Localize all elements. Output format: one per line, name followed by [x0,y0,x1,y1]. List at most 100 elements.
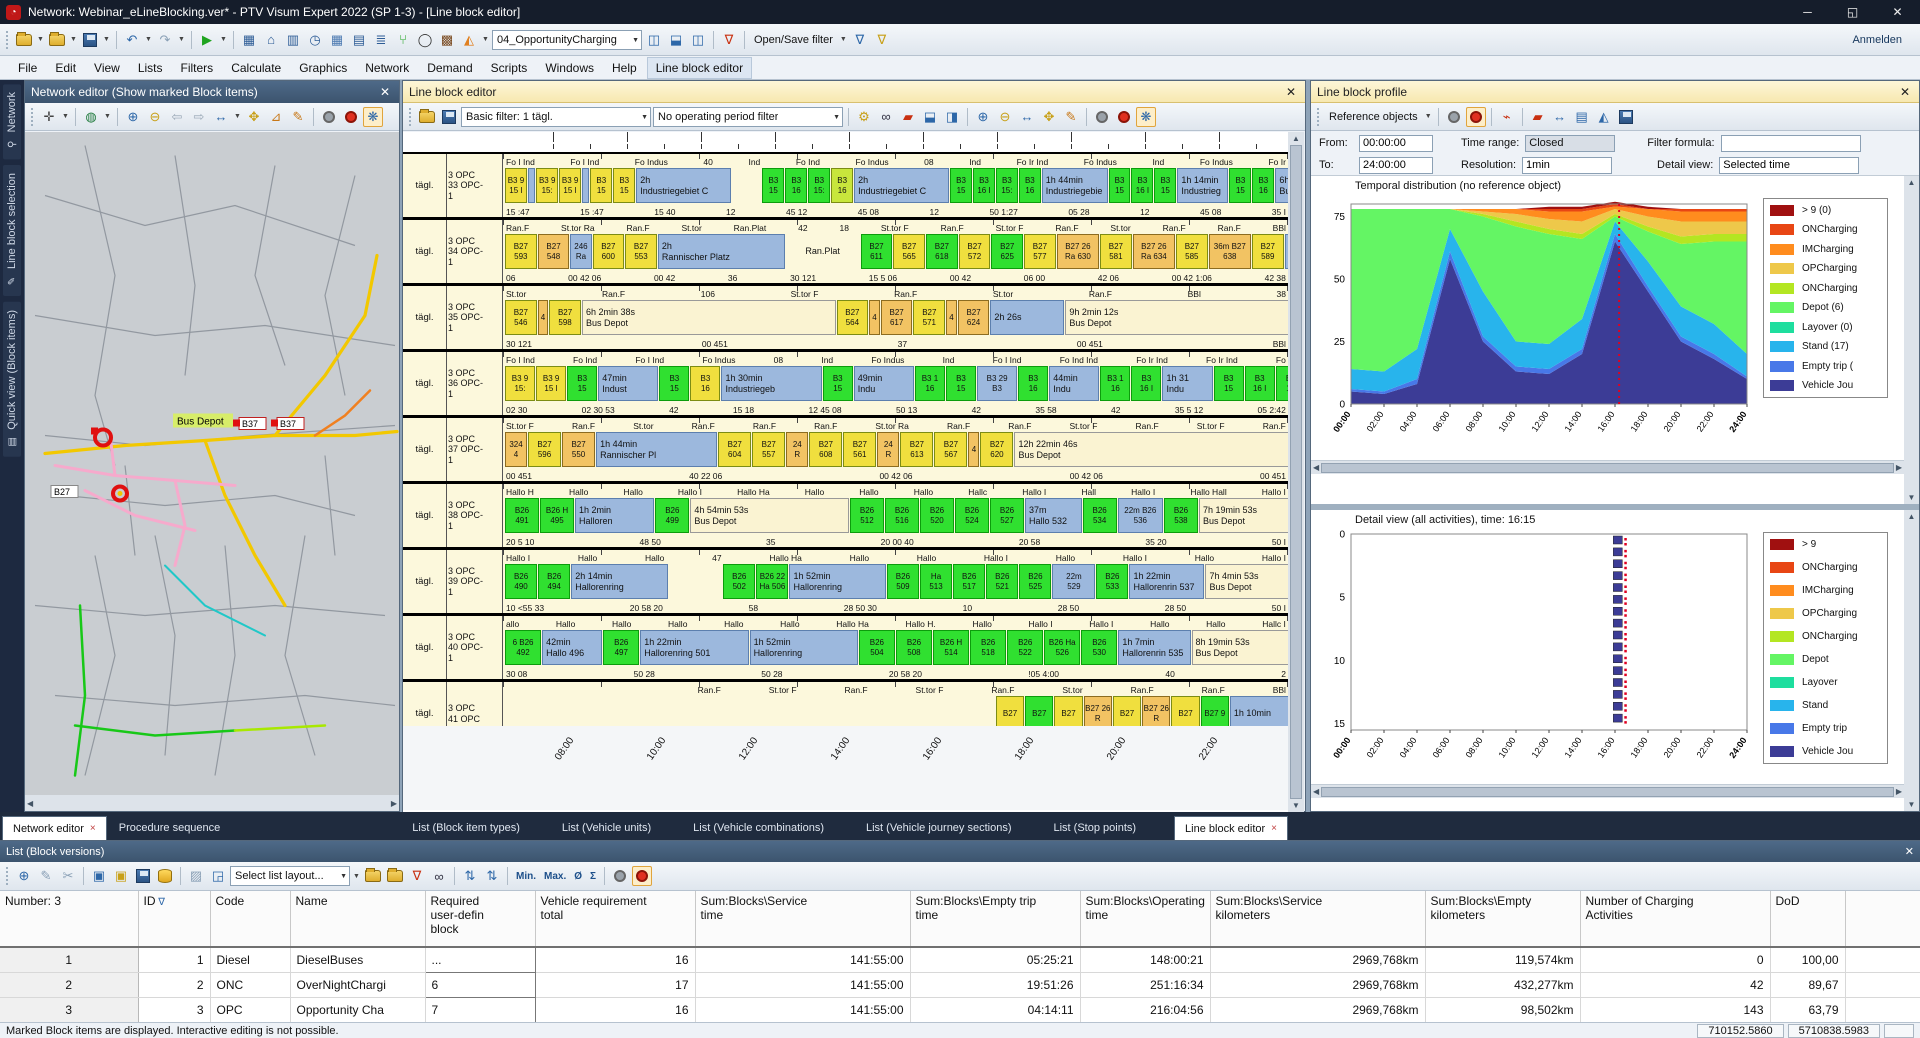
filter-open-icon[interactable]: ∇ [850,30,870,50]
block-segment[interactable]: B27604 [718,432,751,467]
block-segment[interactable]: B26512 [850,498,884,533]
block-segment[interactable]: B316 I [973,168,995,203]
close-icon[interactable]: × [90,823,96,834]
save-layout-button[interactable] [385,866,405,886]
block-segment[interactable]: B27620 [980,432,1013,467]
gantt-vertical-scrollbar[interactable]: ▲▼ [1288,132,1304,812]
close-icon[interactable]: ✕ [377,85,393,99]
block-segment[interactable]: B27567 [934,432,967,467]
matrix-icon[interactable]: ▦ [327,30,347,50]
block-segment[interactable]: Ha513 [920,564,952,599]
block-segment[interactable]: 1h 22minHallorenring 501 [640,630,748,665]
filter-formula-input[interactable] [1721,135,1861,152]
block-segment[interactable]: B316 I [1131,366,1161,401]
block-segment[interactable]: B26524 [955,498,989,533]
column-header[interactable]: Vehicle requirement total [535,891,695,947]
database-icon[interactable] [155,866,175,886]
block-segment[interactable]: B27 26R [1142,696,1170,726]
link-settings-icon[interactable]: ⚙ [854,107,874,127]
table-row[interactable]: 11DieselDieselBuses...16141:55:0005:25:2… [0,947,1920,972]
block-segment[interactable]: B27 [1113,696,1141,726]
block-segment[interactable]: B27546 [505,300,537,335]
list-layout-select[interactable]: Select list layout...▼ [230,866,350,886]
close-icon[interactable]: ✕ [1283,85,1299,99]
column-header[interactable]: Sum:Blocks\Empty trip time [910,891,1080,947]
block-segment[interactable]: B27611 [861,234,893,269]
timetable-icon[interactable]: ◷ [305,30,325,50]
undo-button[interactable]: ↶ [122,30,142,50]
block-segment[interactable]: 37mHallo 532 [1025,498,1082,533]
block-segment[interactable]: 246Ra [570,234,591,269]
doc-tab-list-vehicle-combinations-[interactable]: List (Vehicle combinations) [683,816,834,840]
dropdown-arrow-icon[interactable]: ▼ [61,107,70,127]
block-segment[interactable]: B27593 [505,234,537,269]
column-header[interactable]: Sum:Blocks\Service time [695,891,910,947]
block-segment[interactable]: 1h 31Indu [1162,366,1212,401]
block-segment[interactable]: B26 H514 [933,630,969,665]
block-segment[interactable]: B3 116 [1100,366,1130,401]
block-segment[interactable]: B3 29B3 [977,366,1017,401]
block-segment[interactable]: B27565 [893,234,925,269]
block-segment[interactable]: B315 [946,366,976,401]
block-segment[interactable]: B26509 [887,564,919,599]
link-icon[interactable]: ⌁ [1497,107,1517,127]
menu-lists[interactable]: Lists [130,58,171,78]
block-segment[interactable]: B27 26R [1084,696,1112,726]
edit-row-icon[interactable]: ✎ [36,866,56,886]
block-segment[interactable]: 8h 19min 53sBus Depot [1192,630,1289,665]
block-segment[interactable] [582,168,589,203]
chart-horizontal-scrollbar[interactable]: ◀▶ [1311,460,1904,474]
resolution-input[interactable] [1522,157,1612,174]
record-red-icon[interactable] [1114,107,1134,127]
zoom-in-icon[interactable]: ⊕ [973,107,993,127]
column-header[interactable]: DoD [1770,891,1845,947]
block-segment[interactable]: B27553 [625,234,657,269]
network-map[interactable]: Bus Depot B37 B37 B27 [25,132,399,795]
pan-icon[interactable]: ✥ [244,107,264,127]
filter-save-icon[interactable]: ∇ [872,30,892,50]
menu-network[interactable]: Network [357,58,417,78]
block-segment[interactable]: 22m529 [1052,564,1095,599]
block-segment[interactable]: 1h 7minHallorenrin 535 [1118,630,1190,665]
add-row-icon[interactable]: ⊕ [14,866,34,886]
basic-filter-select[interactable]: Basic filter: 1 tägl.▼ [461,107,651,127]
block-segment[interactable]: B315 [950,168,972,203]
block-segment[interactable]: B316 [1019,168,1041,203]
block-segment[interactable]: B27 26Ra 630 [1057,234,1099,269]
block-segment[interactable]: B26517 [953,564,985,599]
block-segment[interactable]: B26522 [1007,630,1043,665]
toolbar-grip[interactable] [6,31,10,49]
chart-horizontal-scrollbar[interactable]: ◀▶ [1311,784,1904,798]
table-icon[interactable]: ▤ [1572,107,1592,127]
block-segment[interactable]: B27 [1025,696,1053,726]
menu-scripts[interactable]: Scripts [483,58,536,78]
block-segment[interactable]: 24R [877,432,899,467]
doc-tab-line-block-editor[interactable]: Line block editor× [1174,816,1288,840]
column-header[interactable]: Name [290,891,425,947]
chart-vertical-scrollbar[interactable]: ▲▼ [1904,176,1919,504]
toolbar-grip[interactable] [6,867,10,885]
block-segment[interactable]: B26533 [1096,564,1128,599]
schedule-icon[interactable]: ≣ [371,30,391,50]
dropdown-arrow-icon[interactable]: ▼ [102,30,111,50]
tables-icon[interactable]: ▤ [349,30,369,50]
sidebar-tab-line-block-selection[interactable]: ✎Line block selection [3,165,21,296]
run-procedures-button[interactable]: ▶ [197,30,217,50]
block-segment[interactable]: B3 915 I [536,366,566,401]
block-segment[interactable]: B315 [1229,168,1251,203]
block-segment[interactable]: B3 915 I [559,168,581,203]
block-segment[interactable]: 24R [786,432,808,467]
block-segment[interactable]: 1h 44minIndustriegebie [1042,168,1108,203]
dropdown-arrow-icon[interactable]: ▼ [1424,107,1433,127]
open-save-filter-label[interactable]: Open/Save filter [750,34,837,46]
block-segment[interactable]: B26504 [859,630,895,665]
block-segment[interactable]: 6h 33rBus D [1275,168,1289,203]
block-segment[interactable]: 2hRannischer Platz [658,234,785,269]
block-segment[interactable]: B27596 [528,432,561,467]
block-segment[interactable]: 4 [538,300,549,335]
find-icon[interactable]: ∞ [429,866,449,886]
block-segment[interactable]: B26491 [505,498,539,533]
block-segment[interactable]: B26516 [885,498,919,533]
column-header[interactable] [1845,891,1920,947]
chart-icon[interactable]: ◭ [1594,107,1614,127]
